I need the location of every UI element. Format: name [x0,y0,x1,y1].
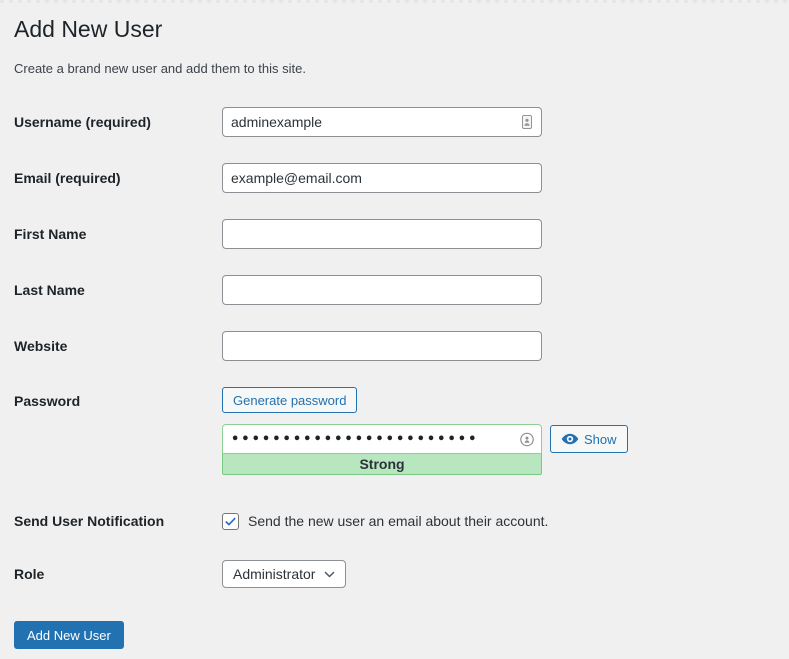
last-name-input[interactable] [222,275,542,305]
website-input[interactable] [222,331,542,361]
email-input-wrap [222,163,542,193]
email-label: Email (required) [14,168,222,188]
send-notification-checkbox-text: Send the new user an email about their a… [248,513,548,529]
password-field-stack: Strong [222,424,542,475]
role-selected-value: Administrator [233,566,315,582]
page-subtitle: Create a brand new user and add them to … [14,60,769,78]
last-name-label: Last Name [14,280,222,300]
form-row-send-notification: Send User Notification Send the new user… [14,511,769,531]
last-name-input-wrap [222,275,542,305]
role-select[interactable]: Administrator [222,560,346,588]
username-input[interactable] [222,107,542,137]
form-row-username: Username (required) [14,107,769,137]
password-input[interactable] [222,424,542,454]
password-label: Password [14,387,222,411]
show-button-label: Show [584,432,617,447]
check-icon [224,515,237,528]
send-notification-checkbox[interactable] [222,513,239,530]
first-name-label: First Name [14,224,222,244]
generate-password-button[interactable]: Generate password [222,387,357,413]
form-row-role: Role Administrator [14,560,769,588]
add-new-user-page: Add New User Create a brand new user and… [0,3,789,649]
add-new-user-button[interactable]: Add New User [14,621,124,649]
username-label: Username (required) [14,112,222,132]
form-row-first-name: First Name [14,219,769,249]
password-input-wrap [222,424,542,454]
chevron-down-icon [323,568,336,581]
password-controls: Generate password Strong [222,387,628,475]
show-password-button[interactable]: Show [550,425,628,453]
form-row-password: Password Generate password [14,387,769,475]
email-input[interactable] [222,163,542,193]
form-row-last-name: Last Name [14,275,769,305]
form-row-website: Website [14,331,769,361]
eye-icon [561,432,579,446]
contact-card-icon[interactable] [519,114,535,130]
password-reveal-icon[interactable] [519,431,535,447]
send-notification-label: Send User Notification [14,511,222,531]
first-name-input-wrap [222,219,542,249]
password-line: Strong Show [222,424,628,475]
submit-row: Add New User [14,621,769,649]
first-name-input[interactable] [222,219,542,249]
role-label: Role [14,564,222,584]
form-row-email: Email (required) [14,163,769,193]
username-input-wrap [222,107,542,137]
password-strength-meter: Strong [222,453,542,475]
website-label: Website [14,336,222,356]
page-title: Add New User [14,14,769,45]
send-notification-control: Send the new user an email about their a… [222,513,548,530]
website-input-wrap [222,331,542,361]
